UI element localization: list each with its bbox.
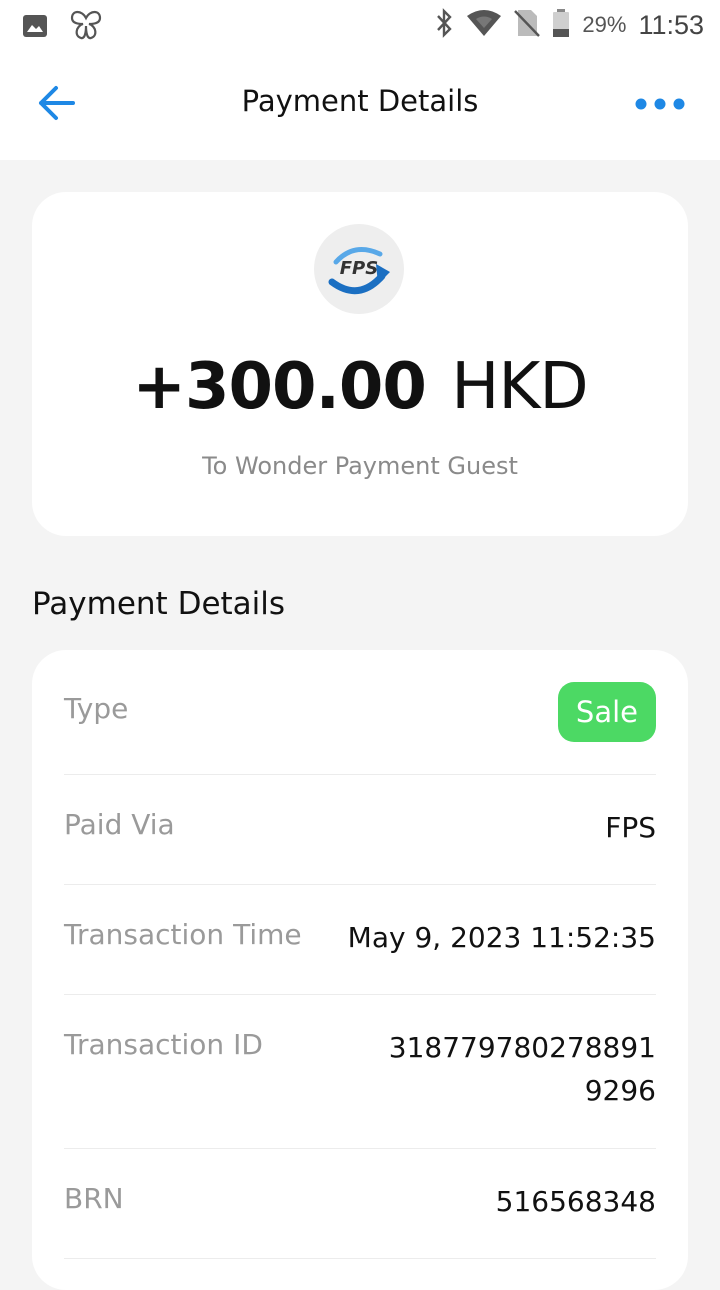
recipient-text: To Wonder Payment Guest bbox=[202, 452, 518, 480]
svg-text:FPS: FPS bbox=[340, 258, 378, 279]
detail-row-type: Type Sale bbox=[64, 650, 656, 775]
detail-value: May 9, 2023 11:52:35 bbox=[347, 921, 656, 954]
detail-label: Type bbox=[64, 692, 129, 725]
detail-value: 516568348 bbox=[495, 1185, 656, 1218]
battery-percent: 29% bbox=[582, 12, 627, 37]
detail-value: FPS bbox=[605, 811, 656, 844]
detail-row-brn: BRN 516568348 bbox=[64, 1148, 656, 1259]
amount-currency: HKD bbox=[451, 350, 588, 424]
transaction-id-line-2: 9296 bbox=[584, 1074, 656, 1107]
status-bar: 29% 11:53 bbox=[0, 0, 720, 50]
butterfly-icon bbox=[68, 10, 104, 46]
detail-row-transaction-id: Transaction ID 318779780278891 9296 bbox=[64, 994, 656, 1149]
payment-summary-card: FPS +300.00 HKD To Wonder Payment Guest bbox=[32, 192, 688, 536]
bluetooth-icon bbox=[434, 8, 454, 42]
no-sim-icon bbox=[514, 8, 541, 42]
payment-amount: +300.00 HKD bbox=[32, 350, 688, 424]
detail-label: Transaction ID bbox=[64, 1028, 263, 1061]
transaction-id-line-1: 318779780278891 bbox=[388, 1031, 656, 1064]
wifi-icon bbox=[466, 9, 502, 41]
fps-logo: FPS bbox=[314, 224, 404, 314]
detail-row-paid-via: Paid Via FPS bbox=[64, 774, 656, 885]
detail-label: BRN bbox=[64, 1182, 124, 1215]
clock: 11:53 bbox=[638, 9, 704, 40]
detail-row-transaction-time: Transaction Time May 9, 2023 11:52:35 bbox=[64, 884, 656, 995]
more-horizontal-icon bbox=[635, 95, 685, 114]
app-bar: Payment Details bbox=[0, 50, 720, 160]
detail-label: Paid Via bbox=[64, 808, 175, 841]
payment-details-card: Type Sale Paid Via FPS Transaction Time … bbox=[32, 650, 688, 1290]
section-title: Payment Details bbox=[32, 586, 286, 622]
detail-label: Transaction Time bbox=[64, 918, 302, 951]
image-icon bbox=[22, 13, 48, 43]
page-title: Payment Details bbox=[241, 84, 479, 118]
amount-value: +300.00 bbox=[132, 350, 427, 424]
battery-icon bbox=[552, 8, 570, 42]
status-badge: Sale bbox=[557, 682, 656, 742]
detail-value: 318779780278891 9296 bbox=[389, 1026, 656, 1112]
more-options-button[interactable] bbox=[630, 86, 690, 122]
